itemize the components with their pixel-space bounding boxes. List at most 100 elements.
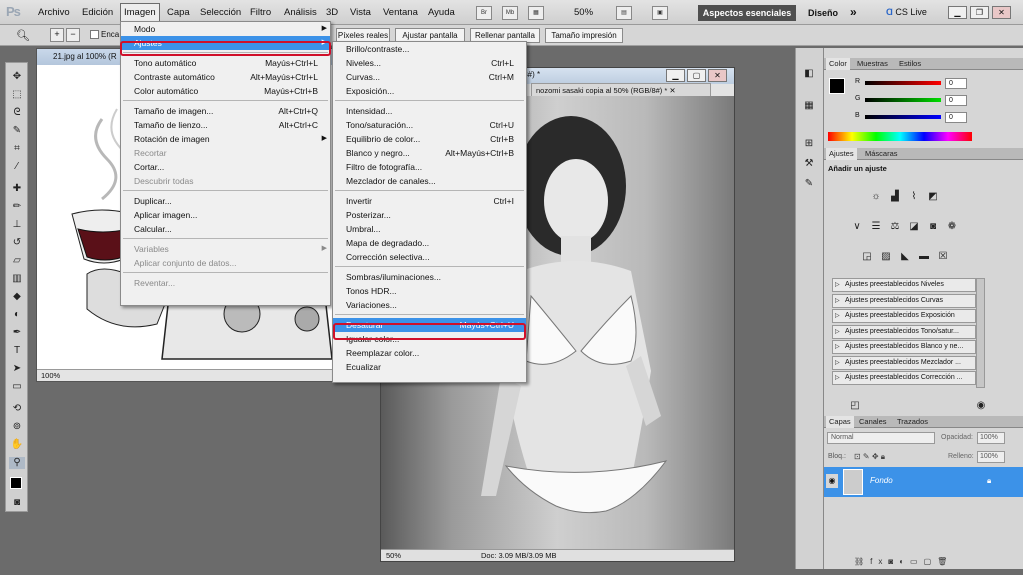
doc-close-icon[interactable]: ✕ [708, 69, 727, 82]
type-tool-icon[interactable]: T [9, 345, 25, 357]
blend-mode-select[interactable]: Normal [827, 432, 935, 444]
opacity-input[interactable]: 100% [977, 432, 1005, 444]
tab-capas[interactable]: Capas [826, 416, 854, 428]
workspace-design-button[interactable]: Diseño [808, 8, 838, 18]
history-brush-icon[interactable]: ↺ [9, 237, 25, 249]
pen-tool-icon[interactable]: ✒ [9, 327, 25, 339]
ajustes-menu-item[interactable]: Mapa de degradado... [333, 236, 526, 250]
document-zoom[interactable]: 50% [386, 550, 401, 561]
zoom-level[interactable]: 50% [572, 7, 595, 18]
screen-mode-icon[interactable]: ▣ [652, 6, 668, 20]
color-foreground-swatch[interactable] [829, 78, 845, 94]
threshold-icon[interactable]: ◣ [898, 251, 912, 263]
close-icon[interactable]: ✕ [992, 6, 1011, 19]
cs-live-button[interactable]: Ɑ CS Live [886, 7, 927, 17]
brushes-panel-icon[interactable]: ✎ [802, 178, 816, 190]
ajustes-menu-item[interactable]: Filtro de fotografía... [333, 160, 526, 174]
invert-icon[interactable]: ◲ [860, 251, 874, 263]
image-menu-item[interactable]: Contraste automático Alt+Mayús+Ctrl+L [121, 70, 330, 84]
image-menu-item[interactable]: Tamaño de lienzo... Alt+Ctrl+C [121, 118, 330, 132]
restore-icon[interactable]: ❐ [970, 6, 989, 19]
quick-mask-icon[interactable]: ◙ [9, 497, 25, 509]
ajustes-menu-item[interactable]: Invertir Ctrl+I [333, 194, 526, 208]
ajustes-menu-item[interactable]: Blanco y negro... Alt+Mayús+Ctrl+B [333, 146, 526, 160]
lasso-tool-icon[interactable]: ᘓ [9, 107, 25, 119]
ajustes-menu-item[interactable]: Exposición... [333, 84, 526, 98]
crop-tool-icon[interactable]: ⌗ [9, 143, 25, 155]
ajustes-menu-item[interactable]: Posterizar... [333, 208, 526, 222]
eyedropper-tool-icon[interactable]: ⁄ [9, 161, 25, 173]
bridge-button[interactable]: Br [476, 6, 492, 20]
menu-imagen[interactable]: Imagen [120, 3, 160, 23]
channel-g-slider[interactable] [865, 98, 941, 102]
tab-canales[interactable]: Canales [856, 416, 890, 428]
menu-edicion[interactable]: Edición [80, 7, 115, 18]
menu-ventana[interactable]: Ventana [381, 7, 420, 18]
ajustes-menu-item[interactable]: Umbral... [333, 222, 526, 236]
blur-tool-icon[interactable]: ◆ [9, 291, 25, 303]
adjust-preset-item[interactable]: Ajustes preestablecidos Niveles [832, 278, 976, 292]
channel-r-slider[interactable] [865, 81, 941, 85]
color-spectrum-bar[interactable] [828, 132, 972, 141]
menu-ayuda[interactable]: Ayuda [426, 7, 457, 18]
adjust-preset-item[interactable]: Ajustes preestablecidos Corrección ... [832, 371, 976, 385]
ajustes-menu-item[interactable]: Variaciones... [333, 298, 526, 312]
image-menu-item[interactable]: Tamaño de imagen... Alt+Ctrl+Q [121, 104, 330, 118]
image-menu-item[interactable]: Cortar... [121, 160, 330, 174]
foreground-color-swatch[interactable] [10, 477, 22, 489]
ajustes-menu-item[interactable]: Tonos HDR... [333, 284, 526, 298]
tab-color[interactable]: Color [826, 58, 850, 70]
channel-b-slider[interactable] [865, 115, 941, 119]
adjust-preset-item[interactable]: Ajustes preestablecidos Tono/satur... [832, 324, 976, 339]
tab-mascaras[interactable]: Máscaras [862, 148, 901, 160]
lock-icons[interactable]: ⊡ ✎ ✥ 🔒︎ [854, 452, 885, 462]
zoom-tool-icon[interactable]: ⚲ [9, 457, 25, 469]
quick-select-tool-icon[interactable]: ✎ [9, 125, 25, 137]
channel-g-value[interactable]: 0 [945, 95, 967, 106]
image-menu-item[interactable]: Duplicar... [121, 194, 330, 208]
gradient-tool-icon[interactable]: ▥ [9, 273, 25, 285]
image-menu-item[interactable]: Color automático Mayús+Ctrl+B [121, 84, 330, 98]
adjust-preset-item[interactable]: Ajustes preestablecidos Mezclador ... [832, 355, 976, 370]
adjustments-panel-icon[interactable]: ⊞ [802, 138, 816, 150]
levels-icon[interactable]: ▟ [888, 191, 902, 203]
tab-muestras[interactable]: Muestras [854, 58, 891, 70]
ajustes-menu-item[interactable]: Curvas... Ctrl+M [333, 70, 526, 84]
image-menu-item[interactable]: Calcular... [121, 222, 330, 236]
clip-layer-icon[interactable]: ◰ [848, 400, 862, 412]
tab-estilos[interactable]: Estilos [896, 58, 924, 70]
photo-filter-icon[interactable]: ◙ [926, 221, 940, 233]
eye-icon[interactable]: ◉ [826, 474, 838, 488]
workspace-essentials-button[interactable]: Aspectos esenciales [698, 5, 796, 21]
ajustes-menu-item[interactable]: Corrección selectiva... [333, 250, 526, 264]
menu-seleccion[interactable]: Selección [198, 7, 243, 18]
layer-bottom-icons[interactable]: ⛓fx◙◐▭▢🗑 [854, 557, 953, 566]
zoom-in-icon[interactable]: + [50, 28, 64, 42]
more-workspaces-icon[interactable]: » [850, 5, 857, 19]
tab-ajustes[interactable]: Ajustes [826, 148, 857, 160]
ajustes-menu-item[interactable]: Mezclador de canales... [333, 174, 526, 188]
3d-rotate-icon[interactable]: ⟲ [9, 403, 25, 415]
swatches-panel-icon[interactable]: ▦ [802, 100, 816, 112]
doc-minimize-icon[interactable]: ▁ [666, 69, 685, 82]
minibridge-button[interactable]: Mb [502, 6, 518, 20]
grid-icon[interactable]: ▦ [528, 6, 544, 20]
adjust-preset-item[interactable]: Ajustes preestablecidos Exposición [832, 309, 976, 323]
ajustes-menu-item[interactable]: Reemplazar color... [333, 346, 526, 360]
image-menu-item[interactable]: Rotación de imagen ▶ [121, 132, 330, 146]
tab-trazados[interactable]: Trazados [894, 416, 931, 428]
menu-3d[interactable]: 3D [324, 7, 340, 18]
minimize-icon[interactable]: ▁ [948, 6, 967, 19]
hue-sat-icon[interactable]: ☰ [869, 221, 883, 233]
brush-tool-icon[interactable]: ✏ [9, 201, 25, 213]
vibrance-icon[interactable]: ∨ [850, 221, 864, 233]
ajustes-menu-item[interactable]: Niveles... Ctrl+L [333, 56, 526, 70]
ajustes-menu-item[interactable]: Brillo/contraste... [333, 42, 526, 56]
marquee-tool-icon[interactable]: ⬚ [9, 89, 25, 101]
eraser-tool-icon[interactable]: ▱ [9, 255, 25, 267]
ajustes-menu-item[interactable]: Ecualizar [333, 360, 526, 374]
menu-analisis[interactable]: Análisis [282, 7, 319, 18]
gradient-map-icon[interactable]: ▬ [917, 251, 931, 263]
color-balance-icon[interactable]: ⚖ [888, 221, 902, 233]
hand-tool-icon[interactable]: ✋ [9, 439, 25, 451]
